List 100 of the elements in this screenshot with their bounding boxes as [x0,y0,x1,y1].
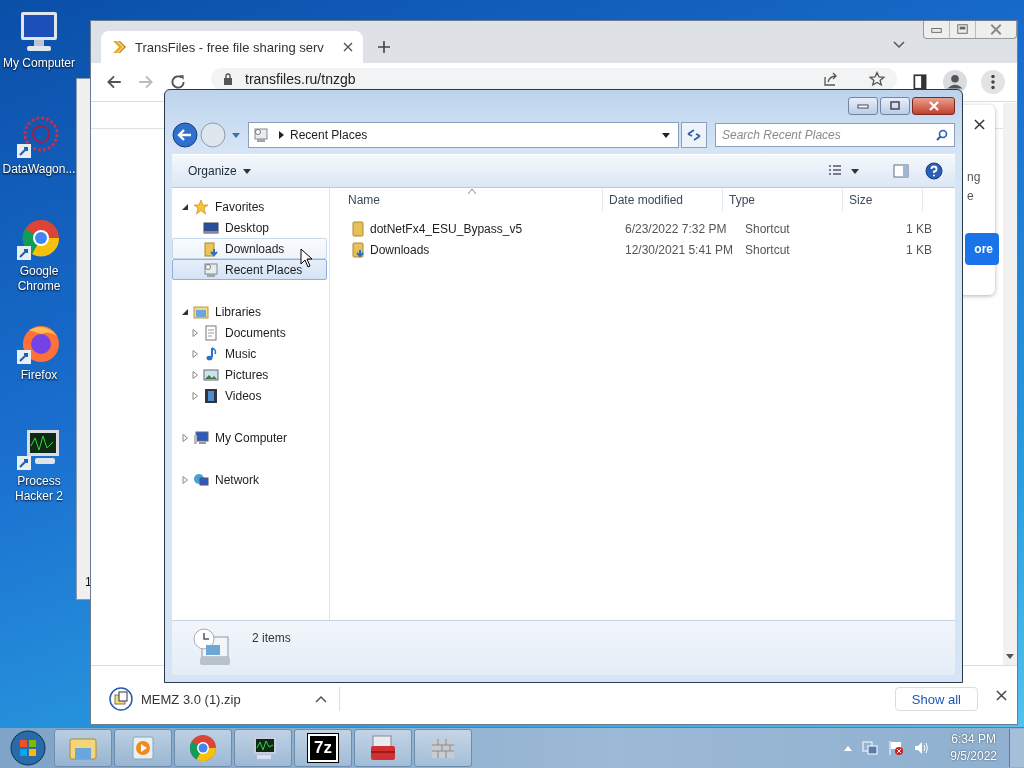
file-row[interactable]: Downloads 12/30/2021 5:41 PM Shortcut 1 KB [330,239,955,260]
side-panel-icon[interactable] [911,73,929,91]
minimize-icon [857,101,869,111]
expand-arrow-icon[interactable] [191,391,199,400]
maximize-icon [889,101,901,111]
share-icon[interactable] [823,71,839,87]
desktop-icon-label[interactable]: Firefox [0,368,78,383]
expand-arrow-icon[interactable] [191,370,199,379]
close-icon [927,101,940,111]
taskbar-button[interactable] [354,729,412,767]
nav-tree-item[interactable]: Pictures [172,364,327,385]
maximize-button[interactable] [880,97,910,115]
nav-tree-item[interactable]: Desktop [172,217,327,238]
desktop-icon-label[interactable]: Process Hacker 2 [0,474,78,504]
collapse-arrow-icon[interactable] [181,307,189,316]
tab-title: TransFiles - free file sharing serv [135,39,325,55]
file-name: Downloads [369,242,431,257]
file-name: dotNetFx4_ESU_Bypass_v5 [369,221,524,236]
history-dropdown-icon[interactable] [232,132,240,138]
address-bar[interactable]: Recent Places [248,122,679,148]
refresh-button[interactable] [681,122,707,148]
address-bar[interactable]: transfiles.ru/tnzgb [211,68,897,90]
close-icon[interactable] [343,42,353,52]
file-row[interactable]: dotNetFx4_ESU_Bypass_v5 6/23/2022 7:32 PM Shortcut 1 KB [330,218,955,239]
table-cell-text: Shortcut [744,242,791,257]
expand-arrow-icon[interactable] [191,349,199,358]
caret-icon [242,168,251,174]
scrollbar[interactable] [1003,103,1017,665]
desktop-icon [203,219,219,236]
nav-tree-item[interactable]: Videos [172,385,327,406]
star-icon [193,198,209,215]
table-cell-text: Shortcut [744,221,791,236]
nav-tree-item[interactable]: Libraries [172,301,327,322]
zip-file-icon [109,687,133,711]
scroll-down-icon[interactable] [1006,654,1014,659]
minimize-button[interactable] [848,97,878,115]
network-icon [193,471,209,488]
column-header[interactable]: Date modified [603,188,723,212]
back-arrow-icon[interactable] [105,73,123,91]
table-cell-text: 1 KB [905,242,933,257]
clock-date: 9/5/2022 [950,748,997,765]
folder-icon [350,220,366,237]
download-item[interactable]: MEMZ 3.0 (1).zip [109,687,340,711]
organize-button[interactable]: Organize [182,160,257,182]
back-button-icon[interactable] [172,122,198,148]
refresh-icon [686,127,702,143]
column-header[interactable]: Size [843,188,923,212]
nav-tree-item[interactable]: Recent Places [172,259,327,280]
chevron-logo-icon [111,39,127,55]
dropdown-icon[interactable] [662,132,670,138]
network-icon[interactable] [862,740,879,756]
close-icon[interactable] [974,119,985,130]
new-tab-icon[interactable] [377,40,391,54]
chevron-down-icon[interactable] [893,41,905,49]
nav-tree-item[interactable]: My Computer [172,427,327,448]
desktop-icon-label[interactable]: DataWagon... [0,162,78,177]
nav-tree-item[interactable]: Documents [172,322,327,343]
nav-tree-item[interactable]: Network [172,469,327,490]
collapse-arrow-icon[interactable] [181,202,189,211]
desktop-icon-label[interactable]: My Computer [0,56,78,71]
star-icon[interactable] [869,71,885,87]
popup-text: e [967,189,974,203]
column-header[interactable]: Name [330,188,603,212]
reload-icon[interactable] [169,73,187,91]
item-count: 2 items [252,631,291,645]
recent-places-icon [253,127,269,143]
flag-icon[interactable] [888,740,905,756]
desktop-icon-label[interactable]: Google Chrome [0,264,78,294]
close-button[interactable] [912,97,955,115]
nav-tree-item[interactable]: Music [172,343,327,364]
clock-time: 6:34 PM [951,731,996,748]
table-cell-text: 12/30/2021 5:41 PM [624,242,735,257]
dropdown-icon[interactable] [851,168,859,174]
picture-icon [203,366,219,383]
mouse-cursor-icon [300,248,312,268]
app-logo: 7z [308,734,338,762]
browser-tab[interactable]: TransFiles - free file sharing serv [101,31,363,63]
nav-tree-item[interactable]: Downloads [172,238,327,259]
popup-text: ng [967,170,981,184]
menu-icon[interactable] [981,70,1005,94]
breadcrumb-arrow-icon[interactable] [279,131,284,139]
close-icon[interactable] [996,689,1007,701]
taskbar-button[interactable]: 7z [294,729,352,767]
expand-arrow-icon[interactable] [181,475,189,484]
popup-button[interactable]: ore [965,233,999,265]
column-header[interactable]: Type [723,188,843,212]
library-icon [193,303,209,320]
start-button-icon[interactable] [10,730,46,766]
help-icon[interactable] [925,162,943,180]
expand-arrow-icon[interactable] [181,433,189,442]
search-field[interactable]: Search Recent Places [715,123,955,147]
nav-tree-item[interactable]: Favorites [172,196,327,217]
document-icon [203,324,219,341]
expand-arrow-icon[interactable] [191,328,199,337]
taskbar-button[interactable] [234,729,292,767]
computer-icon [193,429,209,446]
toolbox-icon [368,733,398,763]
chrome-icon [188,733,218,763]
chevron-up-icon[interactable] [315,695,327,703]
show-all-button[interactable]: Show all [894,687,978,711]
